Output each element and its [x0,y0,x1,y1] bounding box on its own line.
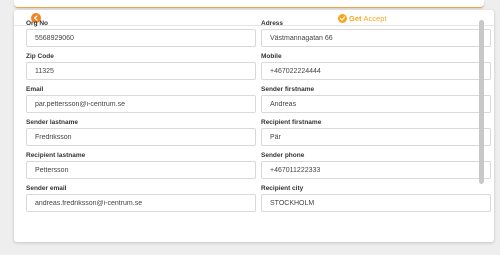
sender-firstname-label: Sender firstname [261,86,315,93]
sender-lastname-input[interactable] [26,128,256,146]
email-field-group: Email [26,85,256,113]
sender-phone-label: Sender phone [261,152,305,159]
recipient-city-field-group: Recipient city [261,184,491,212]
adress-field-group: Adress [261,19,491,47]
adress-input[interactable] [261,29,491,47]
sender-lastname-field-group: Sender lastname [26,118,256,146]
sender-phone-field-group: Sender phone [261,151,491,179]
recipient-lastname-label: Recipient lastname [26,152,86,159]
mobile-input[interactable] [261,62,491,80]
org-no-label: Org No [26,20,49,27]
sender-firstname-field-group: Sender firstname [261,85,491,113]
zip-code-label: Zip Code [26,53,54,60]
top-card-edge [14,0,484,8]
zip-code-input[interactable] [26,62,256,80]
org-no-input[interactable] [26,29,256,47]
recipient-city-label: Recipient city [261,185,304,192]
contact-form: Org No Adress Zip Code Mobile Email Send… [26,19,492,229]
email-input[interactable] [26,95,256,113]
recipient-firstname-field-group: Recipient firstname [261,118,491,146]
zip-code-field-group: Zip Code [26,52,256,80]
sender-lastname-label: Sender lastname [26,119,79,126]
email-label: Email [26,86,44,93]
sender-email-label: Sender email [26,185,67,192]
mobile-field-group: Mobile [261,52,491,80]
recipient-lastname-input[interactable] [26,161,256,179]
sender-firstname-input[interactable] [261,95,491,113]
sender-email-input[interactable] [26,194,256,212]
recipient-firstname-input[interactable] [261,128,491,146]
sender-email-field-group: Sender email [26,184,256,212]
org-no-field-group: Org No [26,19,256,47]
recipient-lastname-field-group: Recipient lastname [26,151,256,179]
recipient-city-input[interactable] [261,194,491,212]
mobile-label: Mobile [261,53,282,60]
sender-phone-input[interactable] [261,161,491,179]
form-scrollbar[interactable] [479,20,484,184]
adress-label: Adress [261,20,284,27]
recipient-firstname-label: Recipient firstname [261,119,322,126]
